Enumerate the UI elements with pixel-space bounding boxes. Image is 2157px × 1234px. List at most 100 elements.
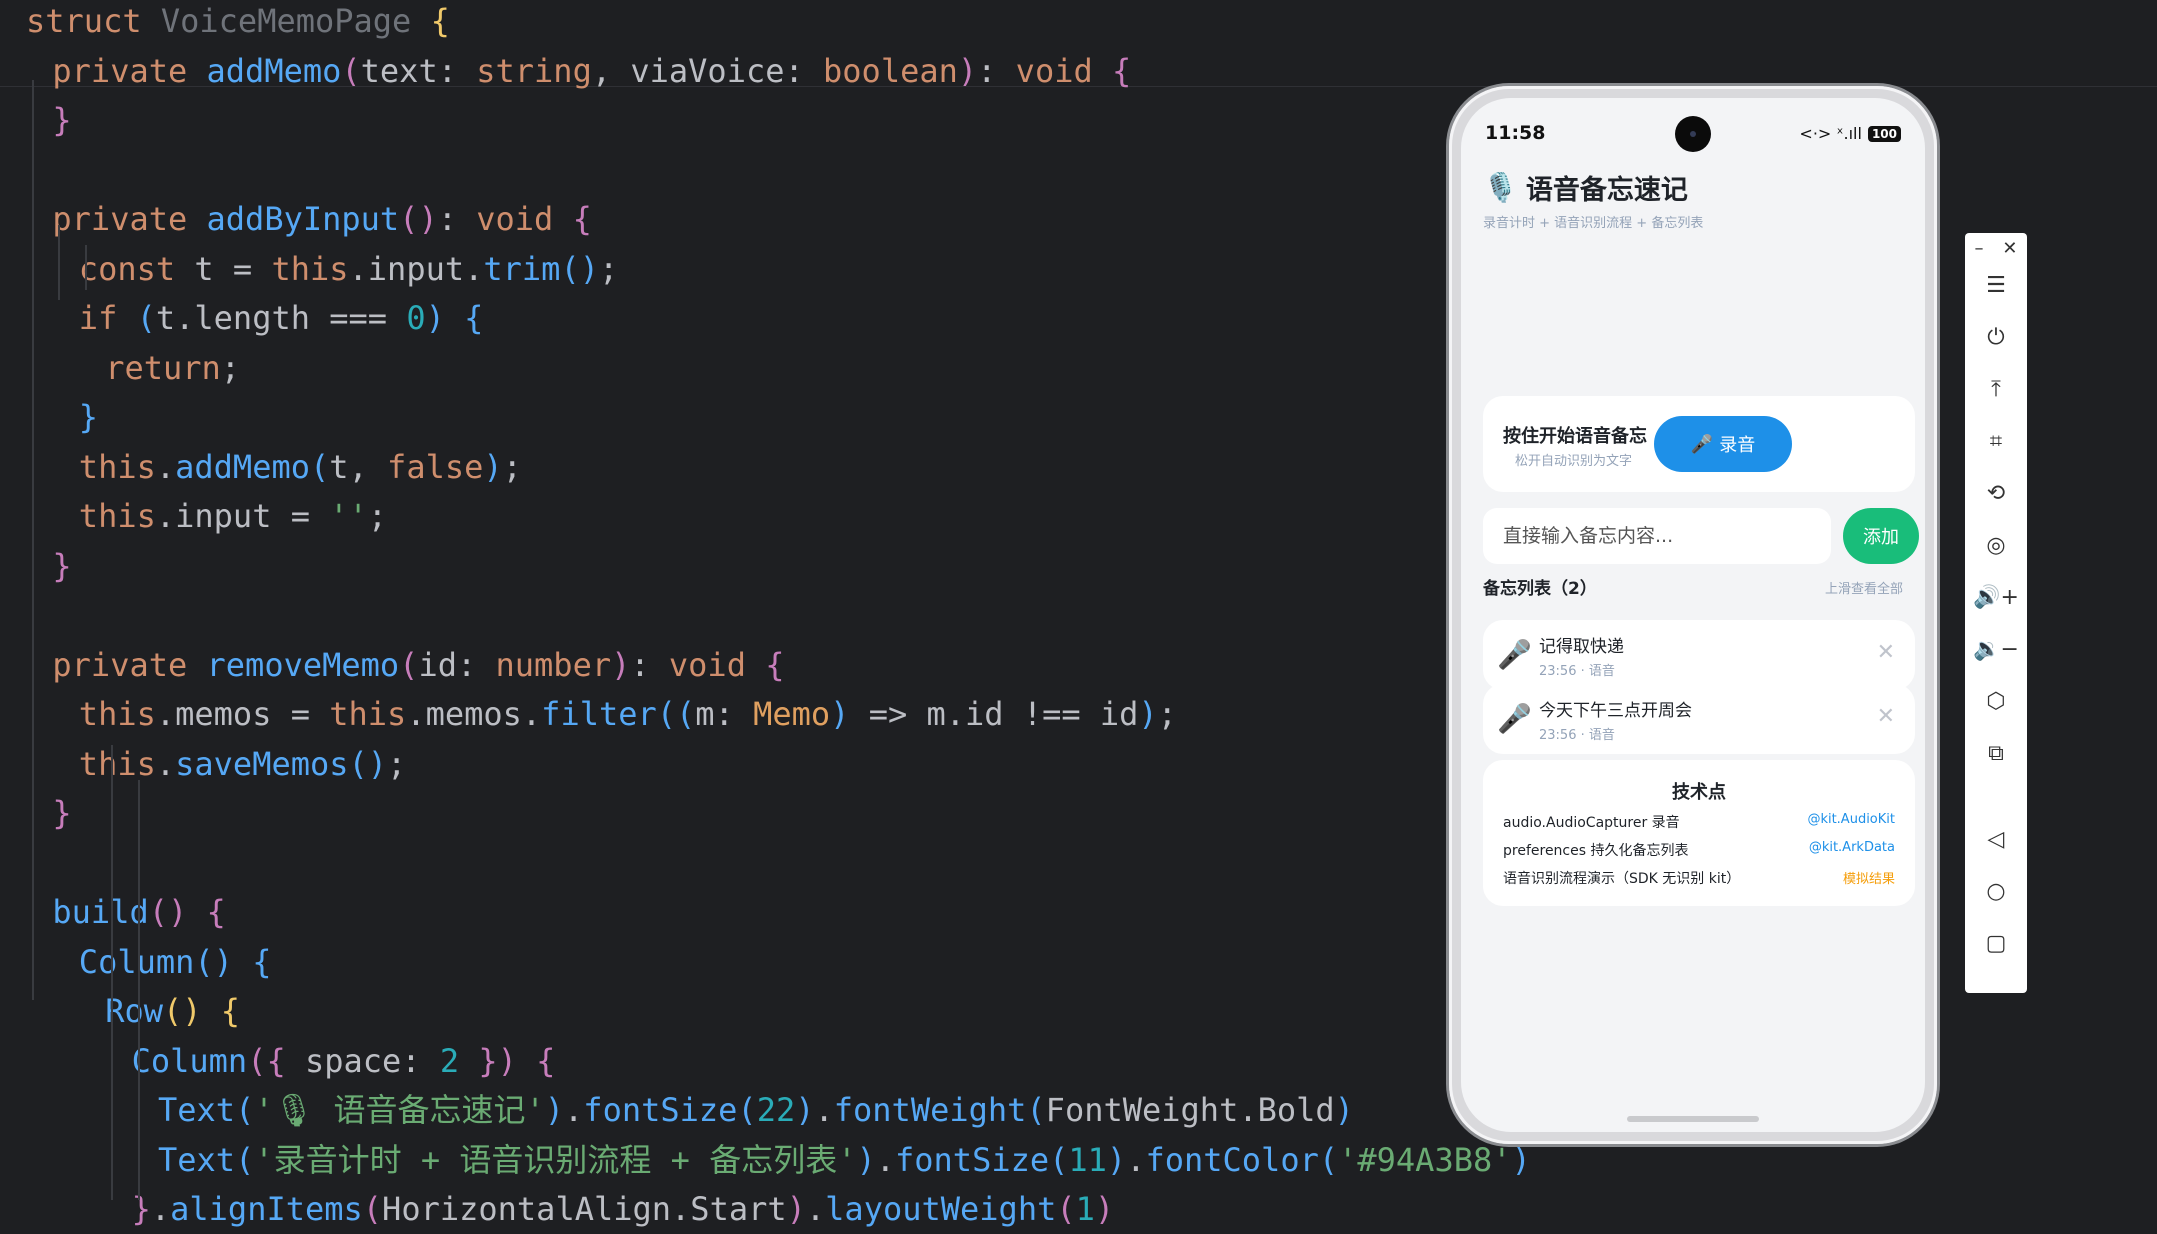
code-token: } (78, 398, 99, 436)
code-token: m: (695, 695, 754, 733)
code-line[interactable]: this.addMemo(t, false); (79, 442, 522, 492)
code-line[interactable]: const t = this.input.trim(); (79, 244, 618, 294)
code-token: '' (329, 497, 368, 535)
battery-icon: 100 (1867, 125, 1901, 142)
code-line[interactable]: return; (105, 343, 240, 393)
code-token: ; (1157, 695, 1177, 733)
tech-row: 语音识别流程演示（SDK 无识别 kit） 模拟结果 (1503, 868, 1895, 888)
code-line[interactable]: this.memos = this.memos.filter((m: Memo)… (79, 689, 1177, 739)
code-token: ) (425, 299, 465, 337)
add-button[interactable]: 添加 (1843, 508, 1919, 564)
code-token: ; (220, 348, 241, 387)
tech-title: 技术点 (1672, 782, 1726, 803)
record-button[interactable]: 🎤 录音 (1654, 416, 1792, 472)
crop-icon[interactable]: ⌗ (1965, 421, 2027, 461)
code-token: id: (418, 645, 496, 684)
multi-device-icon[interactable]: ⧉ (1965, 733, 2027, 773)
code-token: () (148, 893, 207, 931)
code-token: 11 (1068, 1140, 1107, 1179)
minimize-icon[interactable]: – (1974, 238, 1983, 259)
code-token: { (252, 942, 272, 981)
location-icon[interactable]: ◎ (1965, 525, 2027, 565)
signal-icon: <·> ˣ.ıll (1799, 124, 1862, 143)
pin-top-icon[interactable]: ⤒ (1965, 369, 2027, 409)
code-line[interactable]: private addMemo(text: string, viaVoice: … (52, 46, 1131, 96)
memo-input-box[interactable] (1483, 508, 1831, 564)
code-line[interactable]: private addByInput(): void { (52, 194, 591, 244)
code-line[interactable]: this.input = ''; (79, 491, 387, 541)
code-token: removeMemo (206, 645, 400, 684)
code-token: (( (656, 695, 696, 733)
status-icons: <·> ˣ.ıll 100 (1799, 124, 1901, 143)
rotate-icon[interactable]: ⟲ (1965, 473, 2027, 513)
code-token: number (495, 645, 612, 684)
code-line[interactable]: struct VoiceMemoPage { (26, 0, 450, 46)
list-item[interactable]: 🎤 今天下午三点开周会 23:56 · 语音 ✕ (1483, 684, 1915, 754)
code-token: ) (1511, 1140, 1531, 1179)
record-hint: 松开自动识别为文字 (1515, 454, 1633, 469)
code-line[interactable]: } (79, 392, 98, 442)
code-line[interactable]: Text('🎙 语音备忘速记').fontSize(22).fontWeight… (158, 1085, 1354, 1135)
code-line[interactable]: Column({ space: 2 }) { (132, 1036, 556, 1086)
memo-list-header: 备忘列表（2） (1483, 579, 1597, 599)
indent-guide (137, 780, 140, 1200)
volume-down-icon[interactable]: 🔉− (1965, 629, 2027, 669)
back-icon[interactable]: ◁ (1965, 819, 2027, 859)
code-token: HorizontalAlign.Start (382, 1190, 787, 1228)
code-line[interactable]: if (t.length === 0) { (79, 293, 484, 343)
code-token: addMemo (175, 447, 310, 486)
home-indicator[interactable] (1627, 1116, 1759, 1122)
code-line[interactable]: Text('录音计时 + 语音识别流程 + 备忘列表').fontSize(11… (158, 1135, 1531, 1185)
home-icon[interactable]: ○ (1965, 871, 2027, 911)
power-icon[interactable]: ⏻ (1965, 317, 2027, 357)
code-token: => m.id !== id (868, 695, 1139, 733)
code-token: text: (360, 51, 477, 90)
tech-tag: 模拟结果 (1842, 872, 1895, 887)
memo-text: 今天下午三点开周会 (1539, 701, 1692, 721)
close-icon[interactable]: ✕ (1877, 640, 1895, 665)
volume-up-icon[interactable]: 🔊+ (1965, 577, 2027, 617)
code-token: ( (1056, 1190, 1076, 1228)
code-token: ( (341, 51, 361, 90)
code-token: private (52, 51, 207, 90)
microphone-icon: 🎤 (1497, 702, 1532, 735)
code-token: () (399, 200, 438, 238)
eraser-icon[interactable]: ⬡ (1965, 681, 2027, 721)
code-token: . (564, 1091, 584, 1129)
tech-row: preferences 持久化备忘列表 @kit.ArkData (1503, 840, 1895, 860)
code-line[interactable]: Row() { (105, 986, 240, 1036)
code-token: ) (1138, 695, 1158, 733)
code-token: this (78, 744, 156, 783)
phone-emulator: 11:58 <·> ˣ.ıll 100 🎙️ 语音备忘速记 录音计时 + 语音识… (1449, 86, 1937, 1144)
close-icon[interactable]: ✕ (1877, 704, 1895, 729)
code-token: string (476, 51, 592, 90)
menu-icon[interactable]: ☰ (1965, 265, 2027, 305)
close-icon[interactable]: ✕ (2002, 238, 2017, 259)
code-line[interactable]: Column() { (79, 937, 272, 987)
code-token: } (52, 794, 72, 832)
code-token: { (464, 299, 484, 337)
code-token: void (476, 200, 573, 238)
code-line[interactable]: } (52, 788, 71, 838)
code-token: , viaVoice: (591, 51, 824, 90)
list-item[interactable]: 🎤 记得取快递 23:56 · 语音 ✕ (1483, 620, 1915, 690)
code-token: ) (830, 695, 869, 733)
tech-row: audio.AudioCapturer 录音 @kit.AudioKit (1503, 812, 1895, 832)
code-token: () (194, 942, 253, 981)
code-line[interactable]: private removeMemo(id: number): void { (52, 640, 784, 690)
code-token: build (52, 893, 149, 931)
code-token: .memos = (155, 695, 330, 733)
code-token: ) (1334, 1091, 1354, 1129)
code-line[interactable]: } (52, 541, 71, 591)
code-token: trim (483, 249, 561, 288)
code-line[interactable]: } (52, 95, 71, 145)
code-line[interactable]: this.saveMemos(); (79, 739, 407, 789)
code-token: ) (611, 645, 631, 684)
code-token: .input = (155, 497, 330, 535)
recent-apps-icon[interactable]: ▢ (1965, 923, 2027, 963)
code-line[interactable]: }.alignItems(HorizontalAlign.Start).layo… (132, 1184, 1115, 1234)
status-time: 11:58 (1485, 122, 1546, 144)
code-token: layoutWeight (825, 1190, 1057, 1228)
memo-input[interactable] (1483, 508, 1831, 564)
code-token: . (150, 1190, 171, 1228)
